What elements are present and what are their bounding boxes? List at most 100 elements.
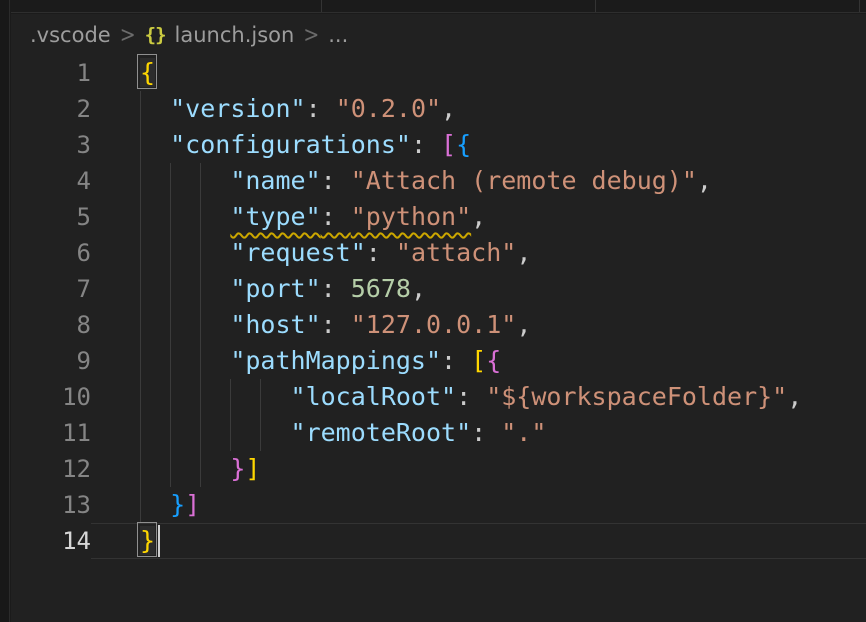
indent-guide <box>170 343 171 379</box>
line-number[interactable]: 12 <box>11 451 91 487</box>
code-line[interactable]: 9 "pathMappings": [{ <box>11 343 866 379</box>
code-line[interactable]: 3 "configurations": [{ <box>11 127 866 163</box>
token: : <box>306 94 336 123</box>
token: , <box>411 274 426 303</box>
indent-guide <box>140 415 141 451</box>
indent-guide <box>200 451 201 487</box>
editor-pane[interactable]: .vscode > {} launch.json > ... 1{2 "vers… <box>11 14 866 622</box>
token: "configurations" <box>170 130 411 159</box>
chevron-right-icon: > <box>120 22 136 47</box>
code-line[interactable]: 10 "localRoot": "${workspaceFolder}", <box>11 379 866 415</box>
code-line[interactable]: 7 "port": 5678, <box>11 271 866 307</box>
code-content[interactable]: "host": "127.0.0.1", <box>91 307 866 343</box>
indentation <box>140 274 230 303</box>
token: ] <box>185 490 200 519</box>
indent-guide <box>170 307 171 343</box>
token: : <box>411 130 441 159</box>
token: { <box>456 130 471 159</box>
breadcrumb: .vscode > {} launch.json > ... <box>11 14 866 55</box>
code-content[interactable]: "request": "attach", <box>91 235 866 271</box>
line-number[interactable]: 9 <box>11 343 91 379</box>
code-line[interactable]: 1{ <box>11 55 866 91</box>
code-content[interactable]: "pathMappings": [{ <box>91 343 866 379</box>
indent-guide <box>170 379 171 415</box>
token: , <box>516 238 531 267</box>
code-line[interactable]: 4 "name": "Attach (remote debug)", <box>11 163 866 199</box>
token: } <box>170 490 185 519</box>
indent-guide <box>170 235 171 271</box>
code-line[interactable]: 5 "type": "python", <box>11 199 866 235</box>
token: { <box>486 346 501 375</box>
line-number[interactable]: 7 <box>11 271 91 307</box>
tab-separator <box>595 0 596 12</box>
token: : <box>321 310 351 339</box>
code-line[interactable]: 2 "version": "0.2.0", <box>11 91 866 127</box>
code-line[interactable]: 8 "host": "127.0.0.1", <box>11 307 866 343</box>
line-number[interactable]: 11 <box>11 415 91 451</box>
code-content[interactable]: { <box>91 55 866 91</box>
token: , <box>516 310 531 339</box>
code-content[interactable]: "configurations": [{ <box>91 127 866 163</box>
token: "." <box>501 418 546 447</box>
code-content[interactable]: "port": 5678, <box>91 271 866 307</box>
indent-guide <box>170 199 171 235</box>
breadcrumb-item-vscode[interactable]: .vscode <box>30 23 111 47</box>
indent-guide <box>200 271 201 307</box>
line-number[interactable]: 2 <box>11 91 91 127</box>
chevron-right-icon: > <box>303 22 319 47</box>
line-number[interactable]: 3 <box>11 127 91 163</box>
token: , <box>441 94 456 123</box>
code-content[interactable]: "version": "0.2.0", <box>91 91 866 127</box>
indent-guide <box>140 271 141 307</box>
token: "port" <box>230 274 320 303</box>
code-content[interactable]: "name": "Attach (remote debug)", <box>91 163 866 199</box>
breadcrumb-item-launch-json[interactable]: launch.json <box>175 23 295 47</box>
indent-guide <box>260 379 261 415</box>
line-number[interactable]: 5 <box>11 199 91 235</box>
indentation <box>140 490 170 519</box>
code-line[interactable]: 14} <box>11 523 866 559</box>
token: , <box>787 382 802 411</box>
indent-guide <box>200 199 201 235</box>
tab-separator <box>859 0 860 12</box>
token: : <box>321 202 351 231</box>
indent-guide <box>140 307 141 343</box>
indentation <box>140 94 170 123</box>
code-line[interactable]: 13 }] <box>11 487 866 523</box>
code-area[interactable]: 1{2 "version": "0.2.0",3 "configurations… <box>11 55 866 559</box>
indent-guide <box>140 379 141 415</box>
tab-bar-strip[interactable] <box>11 0 866 13</box>
indent-guide <box>140 343 141 379</box>
indent-guide <box>170 163 171 199</box>
token: : <box>366 238 396 267</box>
code-content[interactable]: } <box>91 523 866 559</box>
code-content[interactable]: "remoteRoot": "." <box>91 415 866 451</box>
line-number[interactable]: 8 <box>11 307 91 343</box>
token: "version" <box>170 94 305 123</box>
indentation <box>140 382 291 411</box>
code-line[interactable]: 11 "remoteRoot": "." <box>11 415 866 451</box>
code-line[interactable]: 12 }] <box>11 451 866 487</box>
code-content[interactable]: "localRoot": "${workspaceFolder}", <box>91 379 866 415</box>
indent-guide <box>140 451 141 487</box>
indent-guide <box>140 127 141 163</box>
line-number[interactable]: 6 <box>11 235 91 271</box>
bracket-match-token: { <box>140 58 155 87</box>
code-content[interactable]: }] <box>91 487 866 523</box>
code-line[interactable]: 6 "request": "attach", <box>11 235 866 271</box>
line-number[interactable]: 14 <box>11 523 91 559</box>
code-content[interactable]: "type": "python", <box>91 199 866 235</box>
token: "pathMappings" <box>230 346 441 375</box>
indent-guide <box>200 235 201 271</box>
indent-guide <box>140 91 141 127</box>
json-file-icon: {} <box>145 24 166 46</box>
code-content[interactable]: }] <box>91 451 866 487</box>
breadcrumb-item-symbols[interactable]: ... <box>328 23 348 47</box>
indent-guide <box>170 415 171 451</box>
token: "host" <box>230 310 320 339</box>
line-number[interactable]: 13 <box>11 487 91 523</box>
line-number[interactable]: 1 <box>11 55 91 91</box>
line-number[interactable]: 4 <box>11 163 91 199</box>
line-number[interactable]: 10 <box>11 379 91 415</box>
token: } <box>230 454 245 483</box>
